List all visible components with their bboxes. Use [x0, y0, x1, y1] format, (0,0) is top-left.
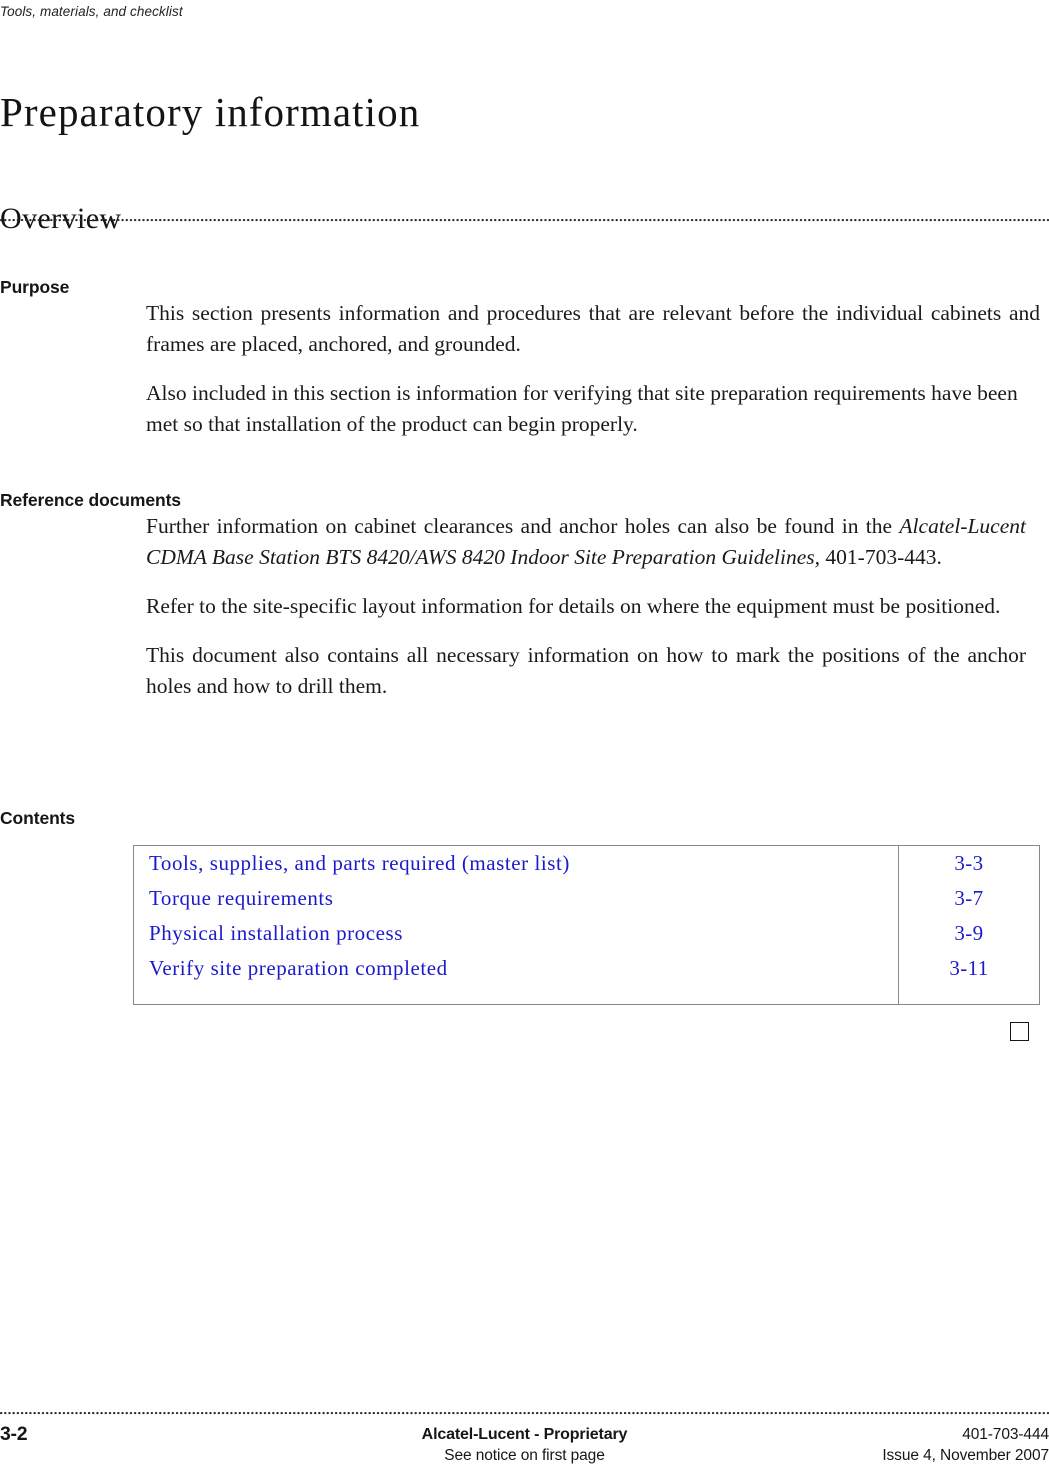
footer-divider-rule: [0, 1412, 1049, 1415]
subheading-contents: Contents: [0, 807, 76, 828]
table-spacer-cell-right: [899, 986, 1040, 1004]
section-divider-rule: [0, 219, 1049, 222]
toc-page-physical-installation-process[interactable]: 3-9: [899, 916, 1040, 951]
contents-table: Tools, supplies, and parts required (mas…: [133, 845, 1040, 1005]
footer-issue-date: Issue 4, November 2007: [882, 1447, 1049, 1464]
subheading-reference-documents: Reference documents: [0, 489, 181, 510]
end-of-section-square-icon: [1010, 1022, 1029, 1041]
table-row-spacer: [134, 986, 1039, 1004]
toc-page-tools-supplies-and-parts-required[interactable]: 3-3: [899, 846, 1040, 881]
table-spacer-cell-left: [134, 986, 899, 1004]
toc-link-physical-installation-process[interactable]: Physical installation process: [134, 916, 899, 951]
table-row[interactable]: Physical installation process 3-9: [134, 916, 1039, 951]
document-page: Tools, materials, and checklist Preparat…: [0, 0, 1049, 1472]
purpose-body: This section presents information and pr…: [146, 298, 1040, 440]
page-title: Preparatory information: [0, 89, 421, 136]
page-footer: 3-2 Alcatel-Lucent - Proprietary See not…: [0, 1421, 1049, 1471]
toc-link-verify-site-preparation-completed[interactable]: Verify site preparation completed: [134, 951, 899, 986]
purpose-paragraph-2: Also included in this section is informa…: [146, 381, 1018, 436]
table-row[interactable]: Torque requirements 3-7: [134, 881, 1039, 916]
running-header: Tools, materials, and checklist: [0, 4, 183, 19]
reference-paragraph-1-tail: 401-703-443.: [820, 545, 942, 569]
subheading-purpose: Purpose: [0, 276, 70, 297]
reference-body: Further information on cabinet clearance…: [146, 511, 1026, 702]
toc-link-torque-requirements[interactable]: Torque requirements: [134, 881, 899, 916]
reference-paragraph-2: Refer to the site-specific layout inform…: [146, 594, 1001, 618]
footer-right-block: 401-703-444 Issue 4, November 2007: [882, 1424, 1049, 1466]
reference-paragraph-3: This document also contains all necessar…: [146, 643, 1026, 698]
toc-page-verify-site-preparation-completed[interactable]: 3-11: [899, 951, 1040, 986]
purpose-paragraph-1: This section presents information and pr…: [146, 301, 1040, 356]
toc-page-torque-requirements[interactable]: 3-7: [899, 881, 1040, 916]
table-row[interactable]: Tools, supplies, and parts required (mas…: [134, 846, 1039, 881]
toc-link-tools-supplies-and-parts-required[interactable]: Tools, supplies, and parts required (mas…: [134, 846, 899, 881]
reference-paragraph-1: Further information on cabinet clearance…: [146, 511, 1026, 573]
footer-document-number: 401-703-444: [962, 1426, 1049, 1443]
reference-paragraph-1-lead: Further information on cabinet clearance…: [146, 514, 900, 538]
table-row[interactable]: Verify site preparation completed 3-11: [134, 951, 1039, 986]
